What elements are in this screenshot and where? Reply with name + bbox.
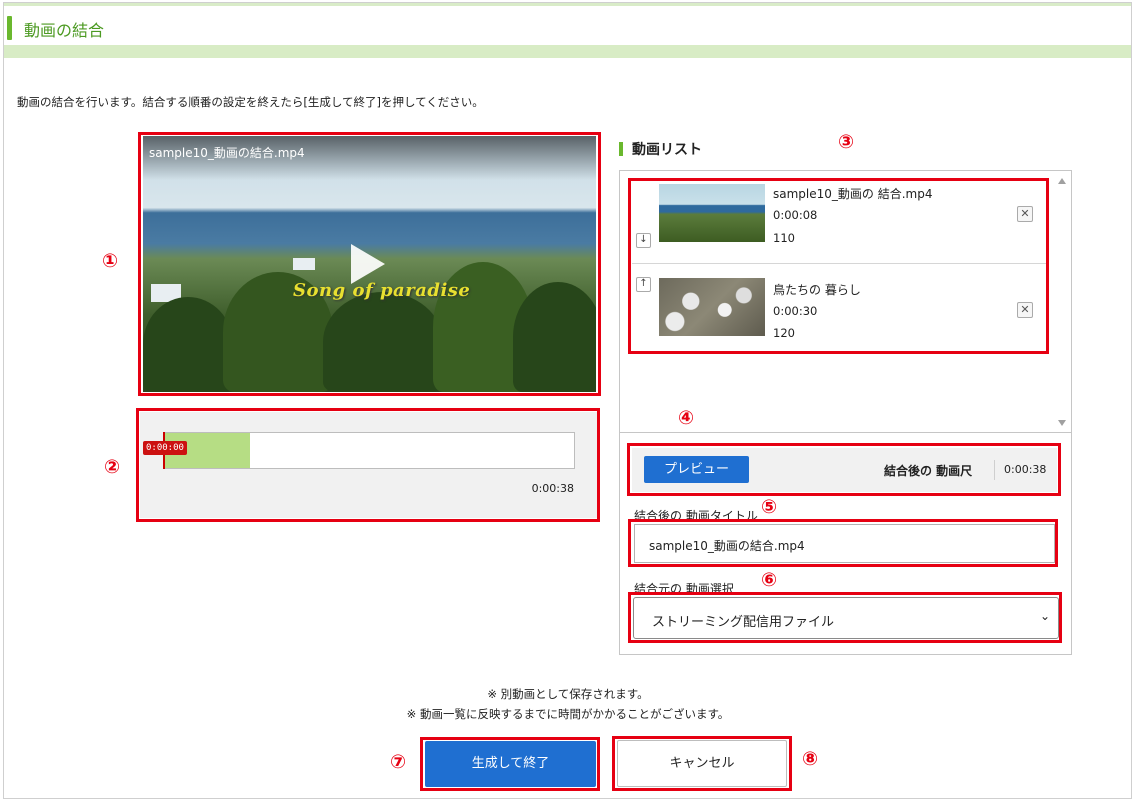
callout-box-6 [628, 592, 1062, 643]
callout-number-5: ⑤ [761, 496, 778, 518]
callout-box-5 [628, 519, 1058, 567]
note-save-separately: ※ 別動画として保存されます。 [487, 687, 649, 701]
callout-number-2: ② [104, 456, 121, 478]
instruction-text: 動画の結合を行います。結合する順番の設定を終えたら[生成して終了]を押してくださ… [17, 95, 484, 109]
panel-divider [620, 432, 1071, 433]
callout-number-3: ③ [838, 131, 855, 153]
callout-box-3 [628, 178, 1049, 354]
page-title: 動画の結合 [24, 21, 105, 40]
callout-box-4 [627, 443, 1061, 496]
callout-number-8: ⑧ [802, 748, 819, 770]
callout-box-2 [136, 408, 600, 522]
video-list-heading: 動画リスト [632, 142, 702, 158]
callout-number-4: ④ [678, 407, 695, 429]
page-header: 動画の結合 [4, 3, 1131, 45]
header-accent-bar [7, 16, 12, 40]
callout-box-7 [420, 737, 600, 791]
list-heading-accent [619, 142, 623, 156]
callout-box-8 [612, 736, 792, 791]
header-stripe [4, 45, 1131, 58]
note-reflect-delay: ※ 動画一覧に反映するまでに時間がかかることがございます。 [406, 707, 730, 721]
callout-number-6: ⑥ [761, 569, 778, 591]
callout-box-1 [138, 132, 601, 396]
callout-number-7: ⑦ [390, 751, 407, 773]
scroll-down-icon[interactable] [1058, 420, 1066, 426]
callout-number-1: ① [102, 250, 119, 272]
scroll-up-icon[interactable] [1058, 178, 1066, 184]
list-scrollbar[interactable] [1055, 172, 1070, 430]
